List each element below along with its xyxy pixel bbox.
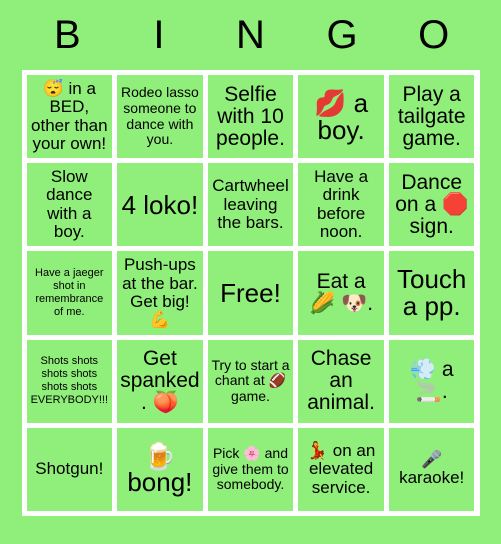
bingo-card: B I N G O 😴 in a BED, other than your ow… <box>0 0 501 544</box>
bingo-cell-r5-c5[interactable]: 🎤 karaoke! <box>388 427 475 511</box>
bingo-cell-text: Rodeo lasso someone to dance with you. <box>120 84 199 148</box>
bingo-cell-text: Touch a pp. <box>396 264 467 321</box>
bingo-cell-text: Pick 🌸 and give them to somebody. <box>212 444 289 493</box>
bingo-cell-r2-c2[interactable]: 4 loko! <box>117 163 203 247</box>
bingo-header: B I N G O <box>22 0 480 70</box>
bingo-cell-r4-c5[interactable]: 💨 a 🚬. <box>388 339 475 423</box>
bingo-cell-text: 💋 a boy. <box>314 88 369 145</box>
bingo-cell-text: 😴 in a BED, other than your own! <box>31 78 108 153</box>
bingo-cell-r1-c5[interactable]: Play a tailgate game. <box>388 75 475 159</box>
bingo-cell-r3-c3[interactable]: Free! <box>207 251 294 335</box>
bingo-cell-text: Have a jaeger shot in remembrance of me. <box>35 267 104 318</box>
bingo-cell-r5-c3[interactable]: Pick 🌸 and give them to somebody. <box>207 427 294 511</box>
bingo-cell-text: Play a tailgate game. <box>397 82 466 150</box>
header-letter-n: N <box>236 13 265 57</box>
bingo-cell-r1-c3[interactable]: Selfie with 10 people. <box>207 75 294 159</box>
bingo-cell-text: Shotgun! <box>35 459 104 479</box>
bingo-cell-text: 💨 a 🚬. <box>409 358 454 404</box>
bingo-cell-r1-c4[interactable]: 💋 a boy. <box>298 75 384 159</box>
bingo-cell-text: Try to start a chant at 🏈 game. <box>211 356 290 405</box>
header-letter-i: I <box>153 13 165 57</box>
bingo-cell-r3-c1[interactable]: Have a jaeger shot in remembrance of me. <box>26 251 113 335</box>
bingo-cell-r3-c5[interactable]: Touch a pp. <box>388 251 475 335</box>
bingo-cell-text: Push-ups at the bar. Get big! 💪 <box>122 255 198 330</box>
bingo-cell-text: Free! <box>220 277 281 308</box>
header-letter-o: O <box>418 13 450 57</box>
bingo-cell-r3-c2[interactable]: Push-ups at the bar. Get big! 💪 <box>117 251 203 335</box>
bingo-cell-r4-c3[interactable]: Try to start a chant at 🏈 game. <box>207 339 294 423</box>
bingo-grid: 😴 in a BED, other than your own! Rodeo la… <box>21 70 480 516</box>
bingo-cell-text: Chase an animal. <box>307 347 375 415</box>
bingo-cell-text: Dance on a 🛑 sign. <box>395 170 469 238</box>
bingo-cell-r4-c4[interactable]: Chase an animal. <box>298 339 384 423</box>
bingo-cell-text: Slow dance with a boy. <box>46 167 93 242</box>
bingo-cell-r4-c1[interactable]: Shots shots shots shots shots shots EVER… <box>26 339 113 423</box>
bingo-cell-text: 💃 on an elevated service. <box>306 440 376 497</box>
bingo-cell-r4-c2[interactable]: Get spanked. 🍑 <box>117 339 203 423</box>
bingo-cell-r2-c5[interactable]: Dance on a 🛑 sign. <box>388 163 475 247</box>
bingo-cell-text: Cartwheel leaving the bars. <box>212 176 289 232</box>
bingo-cell-r2-c4[interactable]: Have a drink before noon. <box>298 163 384 247</box>
bingo-cell-r3-c4[interactable]: Eat a 🌽 🐶. <box>298 251 384 335</box>
bingo-cell-text: Get spanked. 🍑 <box>120 347 200 415</box>
bingo-cell-r1-c1[interactable]: 😴 in a BED, other than your own! <box>26 75 113 159</box>
bingo-cell-text: 🎤 karaoke! <box>399 450 465 488</box>
bingo-cell-r5-c4[interactable]: 💃 on an elevated service. <box>298 427 384 511</box>
bingo-cell-r1-c2[interactable]: Rodeo lasso someone to dance with you. <box>117 75 203 159</box>
bingo-cell-text: 4 loko! <box>121 189 199 220</box>
bingo-cell-text: 🍺 bong! <box>127 440 193 498</box>
bingo-cell-r5-c1[interactable]: Shotgun! <box>26 427 113 511</box>
bingo-cell-text: Shots shots shots shots shots shots EVER… <box>30 355 109 407</box>
header-letter-b: B <box>53 13 81 57</box>
bingo-cell-text: Eat a 🌽 🐶. <box>309 269 374 315</box>
bingo-cell-text: Selfie with 10 people. <box>216 82 285 150</box>
bingo-cell-r2-c3[interactable]: Cartwheel leaving the bars. <box>207 163 294 247</box>
bingo-cell-text: Have a drink before noon. <box>314 167 369 242</box>
bingo-cell-r5-c2[interactable]: 🍺 bong! <box>117 427 203 511</box>
header-letter-g: G <box>326 13 358 57</box>
bingo-cell-r2-c1[interactable]: Slow dance with a boy. <box>26 163 113 247</box>
